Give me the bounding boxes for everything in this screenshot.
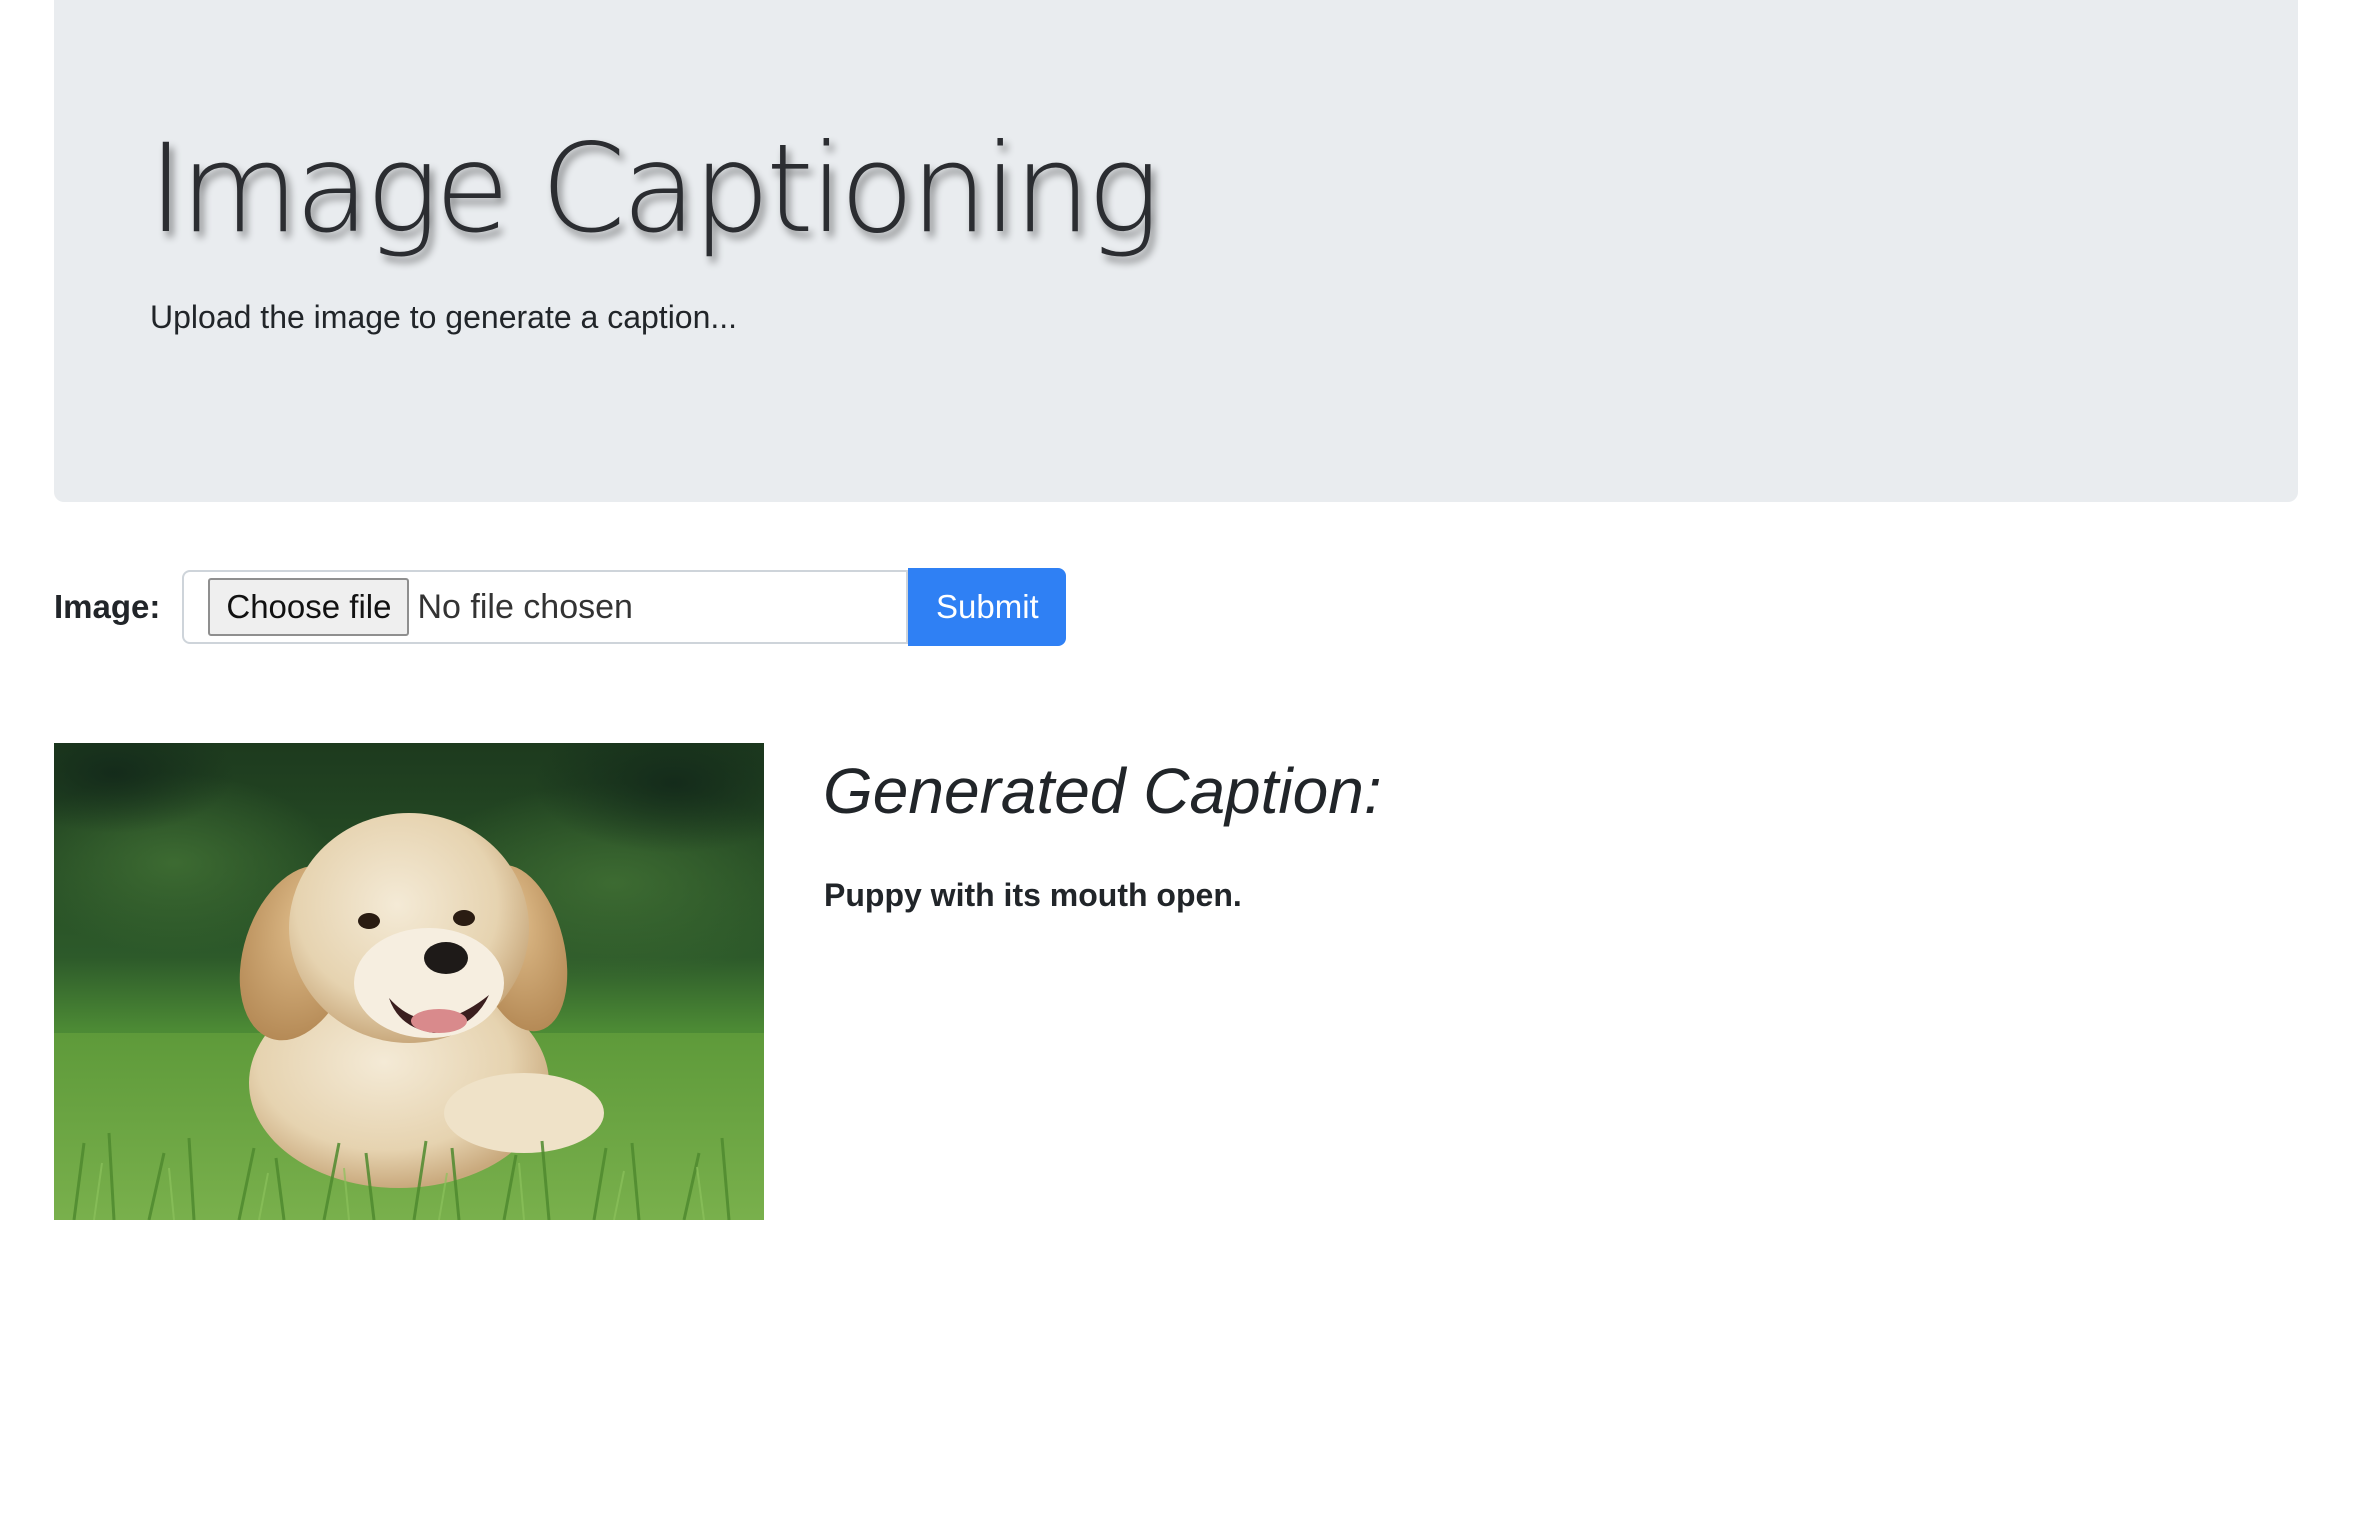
upload-form: Image: Choose file No file chosen Submit	[54, 568, 1067, 646]
uploaded-image	[54, 743, 764, 1220]
puppy-image	[54, 743, 764, 1220]
image-field-label: Image:	[54, 588, 161, 625]
submit-button[interactable]: Submit	[908, 568, 1067, 646]
generated-caption: Puppy with its mouth open.	[824, 877, 1242, 913]
page-title: Image Captioning	[148, 118, 1160, 260]
caption-heading: Generated Caption:	[823, 755, 1382, 827]
jumbotron-header: Image Captioning Upload the image to gen…	[54, 0, 2298, 502]
file-status-text: No file chosen	[417, 587, 633, 626]
file-input[interactable]: Choose file No file chosen	[182, 570, 909, 644]
page-subtitle: Upload the image to generate a caption..…	[150, 299, 738, 335]
choose-file-button[interactable]: Choose file	[208, 578, 410, 636]
